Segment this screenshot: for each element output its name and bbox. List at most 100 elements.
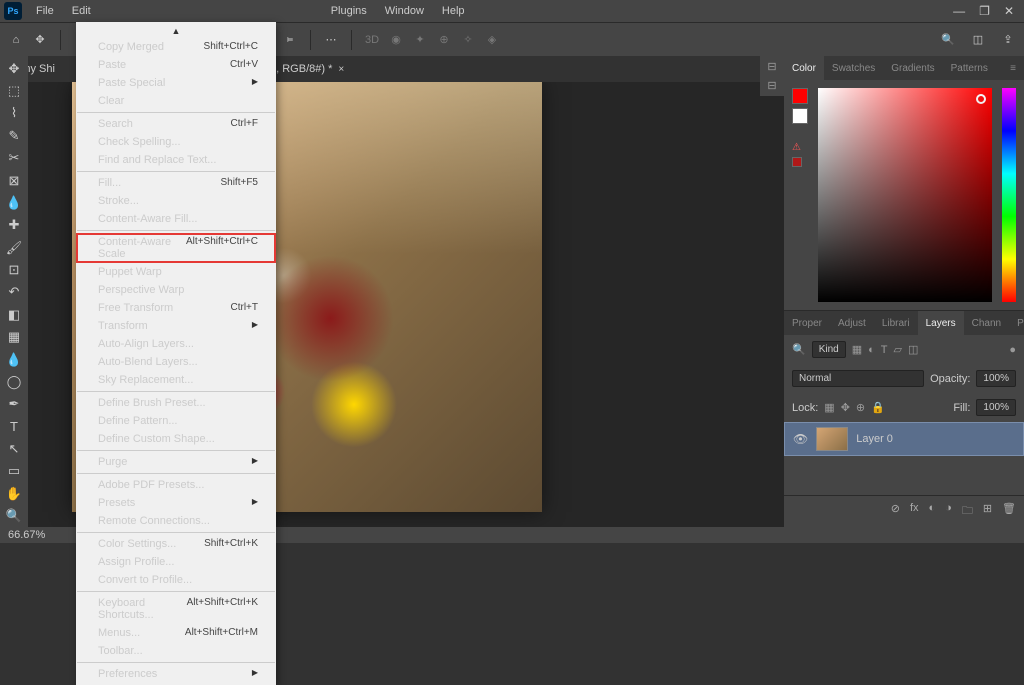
- hand-tool[interactable]: ✋: [2, 483, 26, 504]
- window-maximize-icon[interactable]: ❐: [979, 4, 990, 18]
- lock-all-icon[interactable]: 🔒: [871, 401, 885, 414]
- menu-item-free-transform[interactable]: Free TransformCtrl+T: [76, 299, 276, 317]
- menu-item-convert-to-profile[interactable]: Convert to Profile...: [76, 571, 276, 589]
- filter-toggle-icon[interactable]: ●: [1009, 344, 1016, 356]
- layer-filter-kind[interactable]: Kind: [812, 341, 846, 358]
- new-layer-icon[interactable]: ⊞: [983, 502, 992, 521]
- lasso-tool[interactable]: ⌇: [2, 103, 26, 124]
- dodge-tool[interactable]: ◯: [2, 371, 26, 392]
- tab-layers[interactable]: Layers: [918, 311, 964, 335]
- color-field[interactable]: [818, 88, 992, 302]
- menu-item-transform[interactable]: Transform: [76, 317, 276, 335]
- menu-item-toolbar[interactable]: Toolbar...: [76, 642, 276, 660]
- blur-tool[interactable]: 💧: [2, 349, 26, 370]
- filter-smart-icon[interactable]: ◫: [908, 343, 918, 356]
- menu-item-paste-special[interactable]: Paste Special: [76, 74, 276, 92]
- menu-item-menus[interactable]: Menus...Alt+Shift+Ctrl+M: [76, 624, 276, 642]
- group-icon[interactable]: 🗀: [962, 502, 973, 521]
- heal-tool[interactable]: ✚: [2, 215, 26, 236]
- menu-item-assign-profile[interactable]: Assign Profile...: [76, 553, 276, 571]
- gamut-color[interactable]: [792, 157, 802, 167]
- window-minimize-icon[interactable]: —: [953, 4, 965, 18]
- menu-item-purge[interactable]: Purge: [76, 453, 276, 471]
- menu-item-find-and-replace-text[interactable]: Find and Replace Text...: [76, 151, 276, 169]
- brush-tool[interactable]: 🖌: [2, 237, 26, 258]
- menu-item-remote-connections[interactable]: Remote Connections...: [76, 512, 276, 530]
- path-tool[interactable]: ↖: [2, 438, 26, 459]
- menu-scroll-up-icon[interactable]: ▲: [76, 24, 276, 38]
- menu-item-puppet-warp[interactable]: Puppet Warp: [76, 263, 276, 281]
- opacity-value[interactable]: 100%: [976, 370, 1016, 387]
- share-icon[interactable]: ⇪: [1000, 32, 1016, 48]
- menu-item-define-pattern[interactable]: Define Pattern...: [76, 412, 276, 430]
- marquee-tool[interactable]: ⬚: [2, 80, 26, 101]
- menu-item-sky-replacement[interactable]: Sky Replacement...: [76, 371, 276, 389]
- color-picker-handle[interactable]: [976, 94, 986, 104]
- history-brush-tool[interactable]: ↶: [2, 282, 26, 303]
- menu-item-search[interactable]: SearchCtrl+F: [76, 115, 276, 133]
- tab-libraries[interactable]: Librari: [874, 311, 918, 335]
- filter-type-icon[interactable]: T: [881, 344, 888, 356]
- adjustment-layer-icon[interactable]: ◑: [945, 502, 952, 521]
- frame-tool[interactable]: ⊠: [2, 170, 26, 191]
- filter-adjust-icon[interactable]: ◐: [868, 344, 875, 356]
- gradient-tool[interactable]: ▦: [2, 327, 26, 348]
- fill-value[interactable]: 100%: [976, 399, 1016, 416]
- layer-visibility-icon[interactable]: 👁: [793, 432, 808, 446]
- menu-item-define-brush-preset[interactable]: Define Brush Preset...: [76, 394, 276, 412]
- menu-edit[interactable]: Edit: [64, 3, 99, 19]
- gamut-warning-icon[interactable]: ⚠: [792, 142, 812, 153]
- tab-color[interactable]: Color: [784, 56, 824, 80]
- menu-item-perspective-warp[interactable]: Perspective Warp: [76, 281, 276, 299]
- menu-item-keyboard-shortcuts[interactable]: Keyboard Shortcuts...Alt+Shift+Ctrl+K: [76, 594, 276, 624]
- zoom-level[interactable]: 66.67%: [8, 529, 45, 541]
- menu-item-adobe-pdf-presets[interactable]: Adobe PDF Presets...: [76, 476, 276, 494]
- tab-adjustments[interactable]: Adjust: [830, 311, 874, 335]
- window-close-icon[interactable]: ✕: [1004, 4, 1014, 18]
- crop-tool[interactable]: ✂: [2, 148, 26, 169]
- menu-help[interactable]: Help: [434, 3, 473, 19]
- lock-artboard-icon[interactable]: ⊕: [856, 401, 865, 414]
- layer-name[interactable]: Layer 0: [856, 433, 893, 445]
- menu-item-fill[interactable]: Fill...Shift+F5: [76, 174, 276, 192]
- menu-item-check-spelling[interactable]: Check Spelling...: [76, 133, 276, 151]
- filter-shape-icon[interactable]: ▱: [894, 343, 902, 356]
- link-layers-icon[interactable]: ⊘: [891, 502, 900, 521]
- foreground-color[interactable]: [792, 88, 808, 104]
- background-color[interactable]: [792, 108, 808, 124]
- menu-window[interactable]: Window: [377, 3, 432, 19]
- type-tool[interactable]: T: [2, 416, 26, 437]
- layer-row[interactable]: 👁 Layer 0: [784, 422, 1024, 456]
- menu-plugins[interactable]: Plugins: [323, 3, 375, 19]
- collapse-icon-2[interactable]: ⊟: [767, 79, 776, 92]
- menu-item-color-settings[interactable]: Color Settings...Shift+Ctrl+K: [76, 535, 276, 553]
- menu-item-paste[interactable]: PasteCtrl+V: [76, 56, 276, 74]
- tab-channels[interactable]: Chann: [964, 311, 1009, 335]
- hue-slider[interactable]: [1002, 88, 1016, 302]
- filter-pixel-icon[interactable]: ▦: [852, 343, 862, 356]
- tab-patterns[interactable]: Patterns: [943, 56, 996, 80]
- blend-mode-select[interactable]: Normal: [792, 370, 924, 387]
- move-tool-icon[interactable]: ✥: [32, 32, 48, 48]
- more-options-icon[interactable]: ⋯: [323, 32, 339, 48]
- quick-select-tool[interactable]: ✎: [2, 125, 26, 146]
- menu-item-presets[interactable]: Presets: [76, 494, 276, 512]
- tab-properties[interactable]: Proper: [784, 311, 830, 335]
- tab-gradients[interactable]: Gradients: [883, 56, 942, 80]
- panel-collapse-strip[interactable]: ⊟ ⊟: [760, 56, 784, 96]
- align-bottom-icon[interactable]: ⫢: [282, 32, 298, 48]
- shape-tool[interactable]: ▭: [2, 461, 26, 482]
- zoom-tool[interactable]: 🔍: [2, 506, 26, 527]
- workspace-icon[interactable]: ◫: [970, 32, 986, 48]
- delete-layer-icon[interactable]: 🗑: [1002, 502, 1016, 521]
- menu-file[interactable]: File: [28, 3, 62, 19]
- home-icon[interactable]: ⌂: [8, 32, 24, 48]
- layer-thumbnail[interactable]: [816, 427, 848, 451]
- collapse-icon-1[interactable]: ⊟: [767, 60, 776, 73]
- tab-swatches[interactable]: Swatches: [824, 56, 883, 80]
- pen-tool[interactable]: ✒: [2, 394, 26, 415]
- lock-position-icon[interactable]: ✥: [841, 401, 850, 414]
- stamp-tool[interactable]: ⊡: [2, 259, 26, 280]
- layer-mask-icon[interactable]: ◐: [929, 502, 936, 521]
- menu-item-stroke[interactable]: Stroke...: [76, 192, 276, 210]
